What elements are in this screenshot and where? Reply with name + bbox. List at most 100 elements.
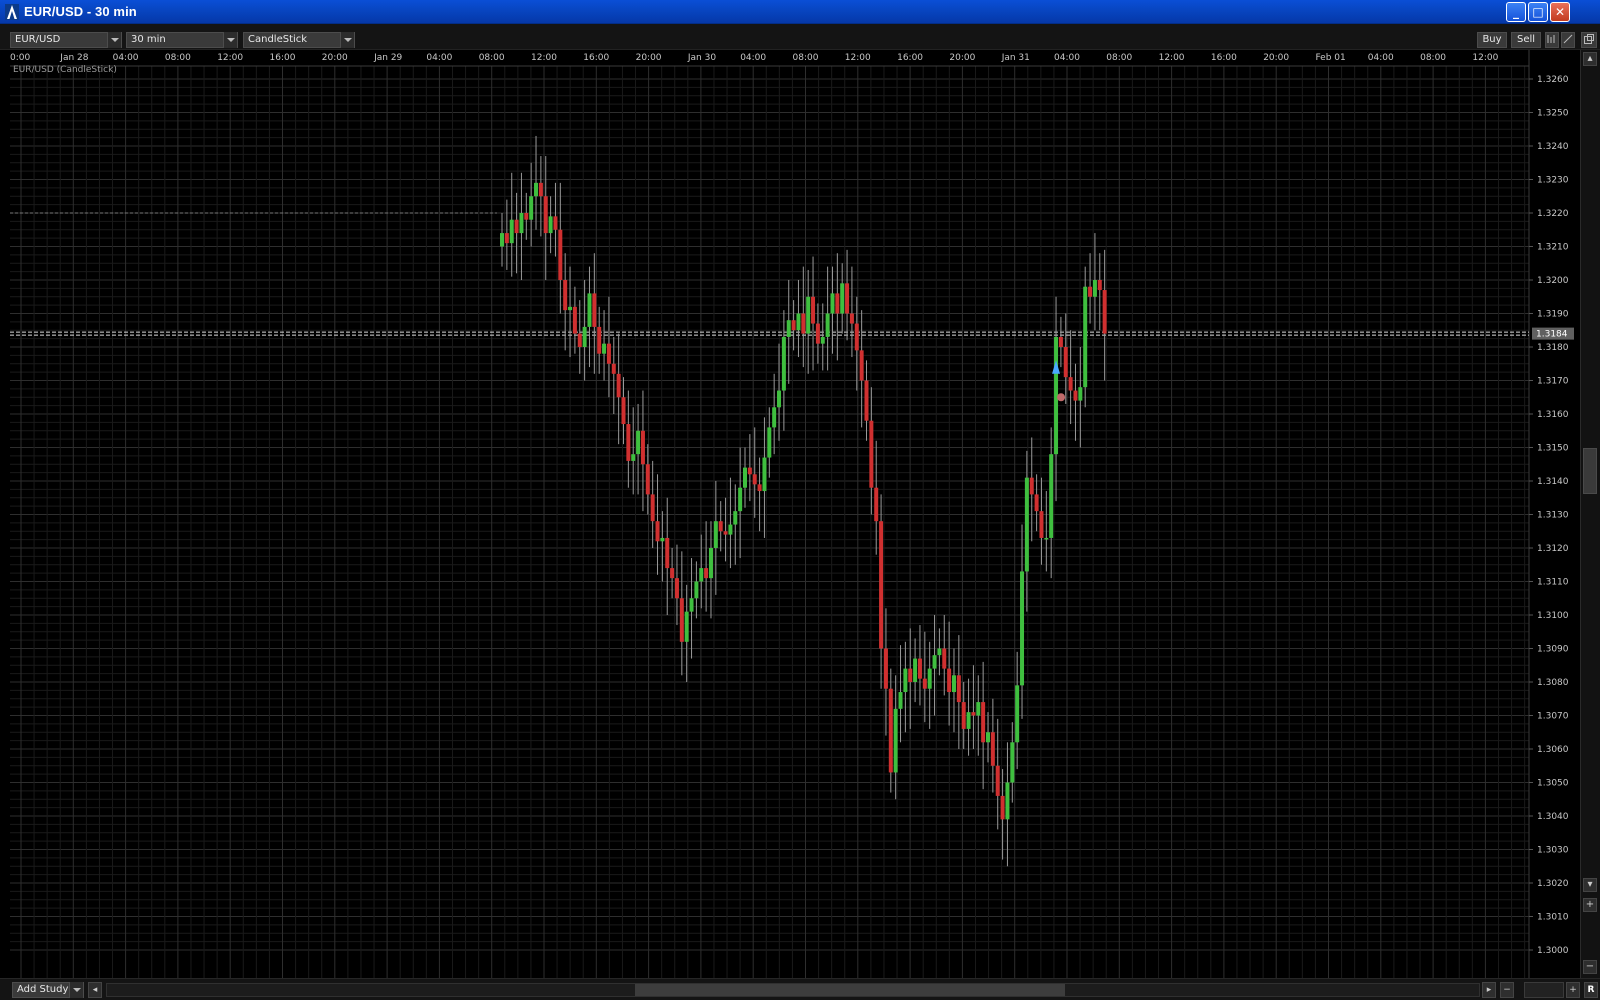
time-axis-tick-label: 20:00 xyxy=(1263,53,1289,63)
candle-body xyxy=(859,350,864,381)
candle-body xyxy=(563,280,568,311)
candle-body xyxy=(1000,795,1005,820)
time-axis-tick-label: 20:00 xyxy=(636,53,662,63)
chevron-down-icon[interactable] xyxy=(69,982,83,998)
candle-body xyxy=(747,467,752,475)
trendline-tool-icon[interactable] xyxy=(1561,32,1575,48)
candle-body xyxy=(1039,511,1044,538)
candle-body xyxy=(689,598,694,612)
symbol-select-value: EUR/USD xyxy=(15,34,61,45)
chevron-down-icon[interactable] xyxy=(340,32,354,48)
candle-body xyxy=(879,521,884,649)
candlestick-chart[interactable]: 0:00 Jan 28 04:00 08:00 12:00 16:00 20:00 Jan 2… xyxy=(0,50,1580,978)
title-bar: EUR/USD - 30 min _ □ ✕ xyxy=(0,0,1600,24)
time-axis-tick-label: 12:00 xyxy=(531,53,557,63)
candle-body xyxy=(767,427,772,458)
price-axis-tick-label: 1.3020 xyxy=(1537,879,1569,889)
price-axis-tick-label: 1.3170 xyxy=(1537,377,1569,387)
zoom-out-icon[interactable]: − xyxy=(1583,960,1597,974)
candle-body xyxy=(1010,742,1015,783)
window-title: EUR/USD - 30 min xyxy=(24,4,137,19)
buy-button[interactable]: Buy xyxy=(1477,32,1507,48)
candle-body xyxy=(806,296,811,334)
time-axis-tick-label: Jan 29 xyxy=(373,53,402,63)
candle-body xyxy=(947,668,952,693)
time-axis-tick-label: 08:00 xyxy=(793,53,819,63)
candle-body xyxy=(568,306,573,311)
candle-body xyxy=(898,692,903,709)
price-axis-tick-label: 1.3230 xyxy=(1537,176,1569,186)
maximize-button[interactable]: □ xyxy=(1528,2,1548,22)
candle-body xyxy=(616,373,621,398)
close-button[interactable]: ✕ xyxy=(1550,2,1570,22)
interval-select[interactable]: 30 min xyxy=(126,32,238,48)
horizontal-scroll-thumb[interactable] xyxy=(635,984,1065,996)
price-axis-tick-label: 1.3150 xyxy=(1537,444,1569,454)
price-axis-tick-label: 1.3160 xyxy=(1537,410,1569,420)
candle-body xyxy=(708,548,713,579)
zoom-in-time-icon[interactable]: + xyxy=(1566,982,1580,998)
candle-body xyxy=(1005,782,1010,820)
scroll-left-icon[interactable]: ◂ xyxy=(88,982,102,998)
price-axis-tick-label: 1.3130 xyxy=(1537,511,1569,521)
zoom-out-time-icon[interactable]: − xyxy=(1500,982,1514,998)
chart-series-label: EUR/USD (CandleStick) xyxy=(13,65,117,75)
time-axis-tick-label: 08:00 xyxy=(479,53,505,63)
scroll-down-icon[interactable]: ▾ xyxy=(1583,878,1597,892)
candle-body xyxy=(942,648,947,669)
candle-body xyxy=(670,568,675,579)
chevron-down-icon[interactable] xyxy=(223,32,237,48)
candle-body xyxy=(733,511,738,525)
candle-body xyxy=(577,333,582,347)
vertical-scroll-thumb[interactable] xyxy=(1583,448,1597,494)
time-axis-tick-label: 12:00 xyxy=(845,53,871,63)
candle-body xyxy=(665,537,670,569)
candle-body xyxy=(621,397,626,425)
minimize-button[interactable]: _ xyxy=(1506,2,1526,22)
candle-body xyxy=(1024,477,1029,572)
candle-body xyxy=(718,521,723,532)
candle-body xyxy=(845,283,850,314)
detach-window-icon[interactable] xyxy=(1581,32,1597,48)
chevron-down-icon[interactable] xyxy=(107,32,121,48)
candle-body xyxy=(655,521,660,542)
current-price-label: 1.3184 xyxy=(1536,330,1568,340)
scroll-right-icon[interactable]: ▸ xyxy=(1482,982,1496,998)
symbol-select[interactable]: EUR/USD xyxy=(10,32,122,48)
time-axis-tick-label: 04:00 xyxy=(740,53,766,63)
sell-button[interactable]: Sell xyxy=(1511,32,1541,48)
candle-body xyxy=(893,708,898,773)
price-axis-tick-label: 1.3140 xyxy=(1537,477,1569,487)
time-axis-tick-label: 16:00 xyxy=(270,53,296,63)
time-axis-tick-label: 08:00 xyxy=(1106,53,1132,63)
candle-body xyxy=(796,313,801,331)
add-study-button[interactable]: Add Study xyxy=(12,982,84,998)
candle-body xyxy=(743,467,747,488)
candle-body xyxy=(631,454,636,461)
candle-body xyxy=(786,320,791,337)
candle-body xyxy=(1073,390,1078,401)
chart-type-select[interactable]: CandleStick xyxy=(243,32,355,48)
price-axis-tick-label: 1.3220 xyxy=(1537,209,1569,219)
reset-zoom-button[interactable]: R xyxy=(1584,982,1598,998)
horizontal-scrollbar[interactable] xyxy=(106,983,1480,997)
candle-body xyxy=(626,424,631,461)
candle-body xyxy=(961,702,966,729)
candle-body xyxy=(558,229,563,280)
scroll-up-icon[interactable]: ▴ xyxy=(1583,52,1597,66)
price-axis-tick-label: 1.3240 xyxy=(1537,142,1569,152)
time-axis-tick-label: 08:00 xyxy=(165,53,191,63)
chart-type-select-value: CandleStick xyxy=(248,34,308,45)
time-axis-tick-label: Feb 01 xyxy=(1316,53,1346,63)
bar-tool-icon[interactable] xyxy=(1545,32,1559,48)
price-axis-tick-label: 1.3190 xyxy=(1537,310,1569,320)
price-axis-tick-label: 1.3060 xyxy=(1537,745,1569,755)
candle-body xyxy=(509,219,514,244)
candle-body xyxy=(543,196,548,234)
candle-body xyxy=(684,611,689,642)
time-axis-tick-label: 16:00 xyxy=(897,53,923,63)
vertical-scrollbar[interactable]: ▴ ▾ + − xyxy=(1580,50,1600,980)
price-axis-tick-label: 1.3250 xyxy=(1537,109,1569,119)
candle-body xyxy=(606,343,611,364)
zoom-in-icon[interactable]: + xyxy=(1583,898,1597,912)
